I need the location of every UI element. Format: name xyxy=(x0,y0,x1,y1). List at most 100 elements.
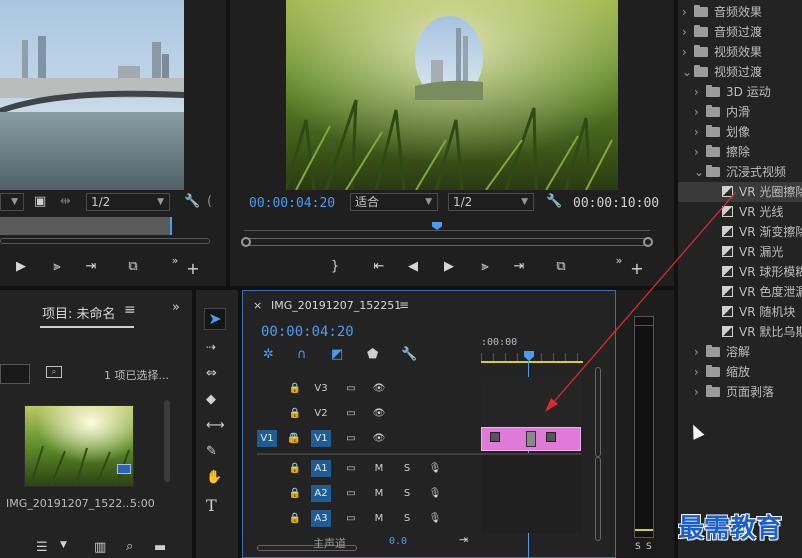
mute-track-button[interactable]: M xyxy=(369,460,389,477)
expand-toggle-icon[interactable]: › xyxy=(694,342,706,362)
find-icon[interactable]: ⌕ xyxy=(126,539,133,554)
add-marker-icon[interactable]: ⬟ xyxy=(367,347,378,362)
expand-toggle-icon[interactable]: › xyxy=(694,82,706,102)
effects-tree-item[interactable]: › 擦除 xyxy=(678,142,802,162)
pen-tool-icon[interactable]: ✎ xyxy=(206,444,217,459)
effects-tree-item[interactable]: › 溶解 xyxy=(678,342,802,362)
track-label-v2[interactable]: V2 xyxy=(311,405,331,422)
master-go-end-icon[interactable]: ⇥ xyxy=(459,533,468,546)
track-label-v3[interactable]: V3 xyxy=(311,380,331,397)
program-playhead[interactable] xyxy=(432,222,442,230)
program-zoom-bar[interactable] xyxy=(241,237,653,247)
close-sequence-icon[interactable]: × xyxy=(253,299,262,312)
wrench-icon[interactable]: 🔧 xyxy=(184,194,200,209)
source-overwrite-button[interactable]: ⧉ xyxy=(124,258,142,276)
program-add-button[interactable]: + xyxy=(628,260,646,278)
solo-track-button[interactable]: S xyxy=(397,485,417,502)
source-play-button[interactable]: ▶ xyxy=(12,258,30,276)
effects-tree-item[interactable]: › 视频效果 xyxy=(678,42,802,62)
toggle-sync-icon[interactable]: ▭ xyxy=(341,380,361,397)
effects-tree-item[interactable]: VR 球形模糊 xyxy=(678,262,802,282)
master-track-value[interactable]: 0.0 xyxy=(389,536,407,547)
list-view-icon[interactable]: ☰ xyxy=(36,540,48,555)
nest-toggle-icon[interactable]: ✲ xyxy=(263,347,274,362)
transition-marker[interactable] xyxy=(526,431,536,447)
expand-toggle-icon[interactable]: › xyxy=(682,42,694,62)
sort-dropdown-icon[interactable]: ▼ xyxy=(60,540,67,550)
program-mark-out-button[interactable]: } xyxy=(326,258,344,276)
ripple-edit-tool-icon[interactable]: ⇔ xyxy=(206,366,217,381)
program-step-back-button[interactable]: ◀ xyxy=(404,258,422,276)
track-lock-icon[interactable]: 🔒 xyxy=(285,485,305,502)
source-add-button[interactable]: + xyxy=(184,260,202,278)
mute-track-button[interactable]: M xyxy=(369,510,389,527)
automate-sequence-icon[interactable]: ▥ xyxy=(94,540,106,555)
effects-tree-item[interactable]: VR 漏光 xyxy=(678,242,802,262)
program-go-out-button[interactable]: ⇥ xyxy=(510,258,528,276)
toggle-sync-icon[interactable]: ▭ xyxy=(341,405,361,422)
expand-toggle-icon[interactable]: › xyxy=(682,2,694,22)
program-go-in-button[interactable]: ⇤ xyxy=(370,258,388,276)
expand-toggle-icon[interactable]: › xyxy=(694,122,706,142)
effects-tree-item[interactable]: › 内滑 xyxy=(678,102,802,122)
project-expand-icon[interactable]: » xyxy=(172,300,180,315)
voiceover-record-icon[interactable]: 🎙 xyxy=(425,485,445,502)
effects-tree-item[interactable]: › 缩放 xyxy=(678,362,802,382)
source-more-button[interactable]: » xyxy=(166,252,184,270)
expand-toggle-icon[interactable]: ⌄ xyxy=(682,62,694,82)
insert-icon[interactable]: ⇹ xyxy=(60,194,71,209)
audio-solo-left[interactable]: S xyxy=(635,542,641,552)
effects-tree-item[interactable]: › 音频效果 xyxy=(678,2,802,22)
solo-track-button[interactable]: S xyxy=(397,460,417,477)
track-label-a2[interactable]: A2 xyxy=(311,485,331,502)
program-fit-dropdown[interactable]: 适合 ▼ xyxy=(350,193,438,211)
timeline-vscroll-audio[interactable] xyxy=(595,457,601,541)
expand-toggle-icon[interactable]: › xyxy=(682,22,694,42)
source-resolution-dropdown[interactable]: 1/2 ▼ xyxy=(86,193,170,211)
program-resolution-dropdown[interactable]: 1/2 ▼ xyxy=(448,193,534,211)
snap-magnet-icon[interactable]: ∩ xyxy=(297,347,307,362)
track-select-tool-icon[interactable]: ⇢ xyxy=(206,340,216,354)
type-tool-icon[interactable]: T xyxy=(206,496,217,515)
expand-toggle-icon[interactable]: › xyxy=(694,102,706,122)
source-patch-v1[interactable]: V1 xyxy=(257,430,277,447)
program-timecode-current[interactable]: 00:00:04:20 xyxy=(249,196,335,211)
effects-tree-item[interactable]: › 3D 运动 xyxy=(678,82,802,102)
effects-tree-item[interactable]: VR 色度泄漏 xyxy=(678,282,802,302)
source-go-out-button[interactable]: ⇥ xyxy=(82,258,100,276)
track-label-a3[interactable]: A3 xyxy=(311,510,331,527)
effects-tree-item[interactable]: ⌄ 视频过渡 xyxy=(678,62,802,82)
expand-toggle-icon[interactable]: › xyxy=(694,382,706,402)
razor-tool-icon[interactable]: ◆ xyxy=(206,392,216,407)
effects-tree-item[interactable]: VR 默比乌斯 xyxy=(678,322,802,342)
voiceover-record-icon[interactable]: 🎙 xyxy=(425,510,445,527)
voiceover-record-icon[interactable]: 🎙 xyxy=(425,460,445,477)
timeline-timecode[interactable]: 00:00:04:20 xyxy=(261,324,354,340)
toggle-sync-icon[interactable]: ▭ xyxy=(341,430,361,447)
sequence-menu-icon[interactable]: ≡ xyxy=(399,298,409,312)
program-lift-button[interactable]: ⧉ xyxy=(552,258,570,276)
source-more-icon[interactable]: ( xyxy=(207,194,212,209)
track-visibility-icon[interactable]: 👁 xyxy=(369,430,389,447)
source-step-forward-button[interactable]: ⫸ xyxy=(48,258,66,276)
mute-track-button[interactable]: M xyxy=(369,485,389,502)
timeline-vscroll-video[interactable] xyxy=(595,367,601,457)
hand-tool-icon[interactable]: ✋ xyxy=(206,470,222,485)
new-bin-icon[interactable]: ▬ xyxy=(154,540,166,555)
audio-solo-right[interactable]: S xyxy=(646,542,652,552)
program-play-button[interactable]: ▶ xyxy=(440,258,458,276)
new-search-bin-icon[interactable]: ⌕ xyxy=(46,366,62,378)
sequence-tab-title[interactable]: IMG_20191207_152251 xyxy=(271,299,401,312)
expand-toggle-icon[interactable]: › xyxy=(694,142,706,162)
track-lock-icon[interactable]: 🔒 xyxy=(285,510,305,527)
track-lock-icon[interactable]: 🔒 xyxy=(285,460,305,477)
program-step-forward-button[interactable]: ⫸ xyxy=(476,258,494,276)
toggle-sync-icon[interactable]: ▭ xyxy=(341,510,361,527)
linked-selection-icon[interactable]: ◩ xyxy=(331,347,343,362)
program-more-button[interactable]: » xyxy=(610,252,628,270)
project-scrollbar[interactable] xyxy=(164,400,170,482)
expand-toggle-icon[interactable]: ⌄ xyxy=(694,162,706,182)
track-visibility-icon[interactable]: 👁 xyxy=(369,380,389,397)
effects-tree-item[interactable]: VR 渐变擦除 xyxy=(678,222,802,242)
export-frame-icon[interactable]: ▣ xyxy=(34,194,46,209)
